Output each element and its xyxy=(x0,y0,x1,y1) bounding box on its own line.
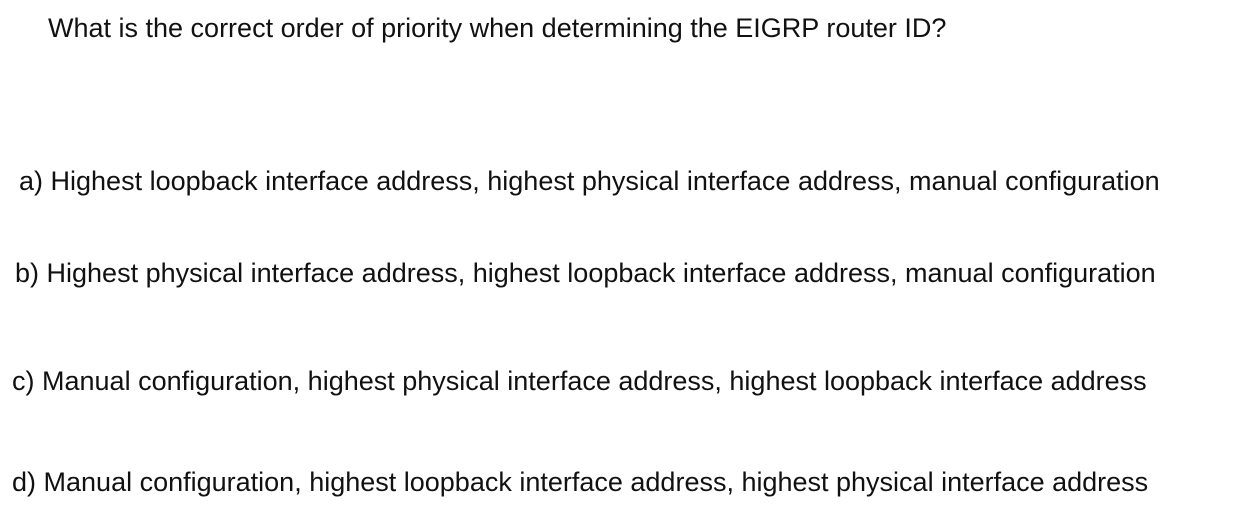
option-a[interactable]: a) Highest loopback interface address, h… xyxy=(19,165,1160,197)
option-b[interactable]: b) Highest physical interface address, h… xyxy=(15,257,1156,289)
option-text: Highest physical interface address, high… xyxy=(46,258,1156,288)
option-letter: b) xyxy=(15,258,40,288)
question-text: What is the correct order of priority wh… xyxy=(48,13,947,43)
option-c[interactable]: c) Manual configuration, highest physica… xyxy=(12,365,1147,397)
option-text: Highest loopback interface address, high… xyxy=(50,166,1160,196)
option-letter: d) xyxy=(12,467,37,497)
option-text: Manual configuration, highest loopback i… xyxy=(43,467,1149,497)
option-text: Manual configuration, highest physical i… xyxy=(42,366,1147,396)
option-letter: a) xyxy=(19,166,44,196)
option-d[interactable]: d) Manual configuration, highest loopbac… xyxy=(12,466,1148,498)
option-letter: c) xyxy=(12,366,35,396)
